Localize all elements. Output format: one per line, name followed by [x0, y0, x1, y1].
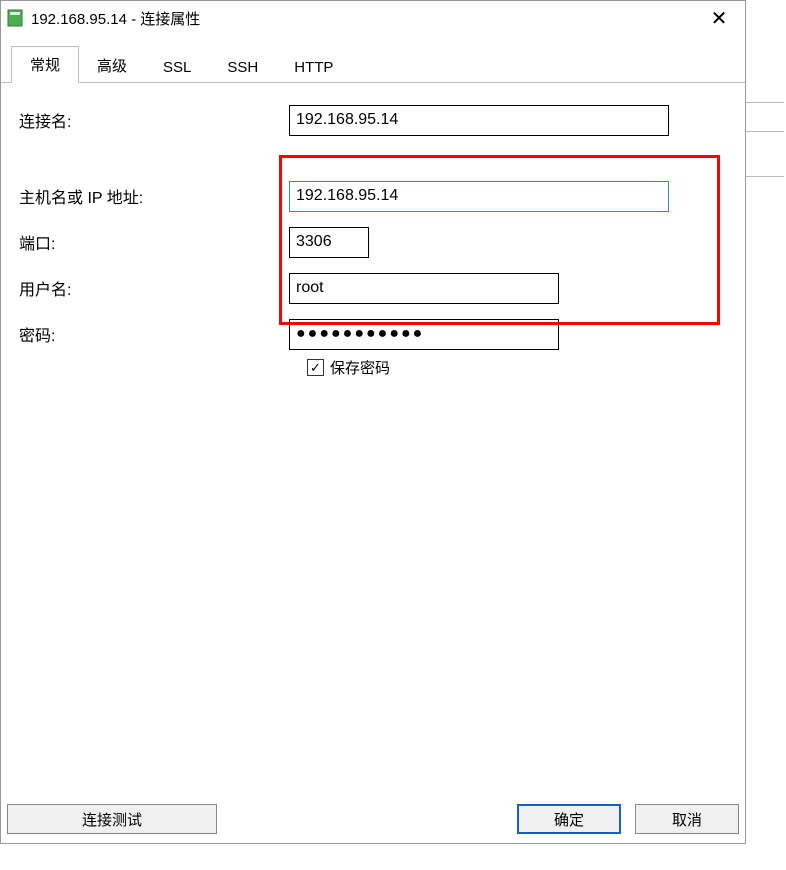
background-fragment: [746, 102, 784, 132]
app-icon: [7, 9, 23, 27]
connection-name-label: 连接名:: [19, 108, 289, 132]
title-bar: 192.168.95.14 - 连接属性 ✕: [1, 1, 745, 35]
tab-http[interactable]: HTTP: [276, 52, 351, 83]
save-password-checkbox[interactable]: ✓: [307, 359, 324, 376]
cancel-button[interactable]: 取消: [635, 804, 739, 834]
username-label: 用户名:: [19, 276, 289, 300]
username-input[interactable]: [289, 273, 559, 304]
port-input[interactable]: [289, 227, 369, 258]
save-password-label: 保存密码: [330, 357, 390, 378]
host-label: 主机名或 IP 地址:: [19, 184, 289, 208]
tab-advanced[interactable]: 高级: [79, 48, 145, 83]
tab-general[interactable]: 常规: [11, 46, 79, 83]
ok-button[interactable]: 确定: [517, 804, 621, 834]
close-icon[interactable]: ✕: [699, 6, 739, 31]
dialog-footer: 连接测试 确定 取消: [1, 801, 745, 843]
window-title: 192.168.95.14 - 连接属性: [31, 8, 200, 29]
password-input[interactable]: [289, 319, 559, 350]
connection-name-input[interactable]: [289, 105, 669, 136]
host-input[interactable]: [289, 181, 669, 212]
background-fragment: [746, 176, 784, 178]
test-connection-button[interactable]: 连接测试: [7, 804, 217, 834]
tab-ssh[interactable]: SSH: [209, 52, 276, 83]
connection-properties-dialog: 192.168.95.14 - 连接属性 ✕ 常规 高级 SSL SSH HTT…: [0, 0, 746, 844]
form-area: 连接名: 主机名或 IP 地址: 端口: 用户名: 密码: ✓: [1, 83, 745, 801]
port-label: 端口:: [19, 230, 289, 254]
password-label: 密码:: [19, 322, 289, 346]
tab-ssl[interactable]: SSL: [145, 52, 209, 83]
tab-row: 常规 高级 SSL SSH HTTP: [1, 47, 745, 83]
